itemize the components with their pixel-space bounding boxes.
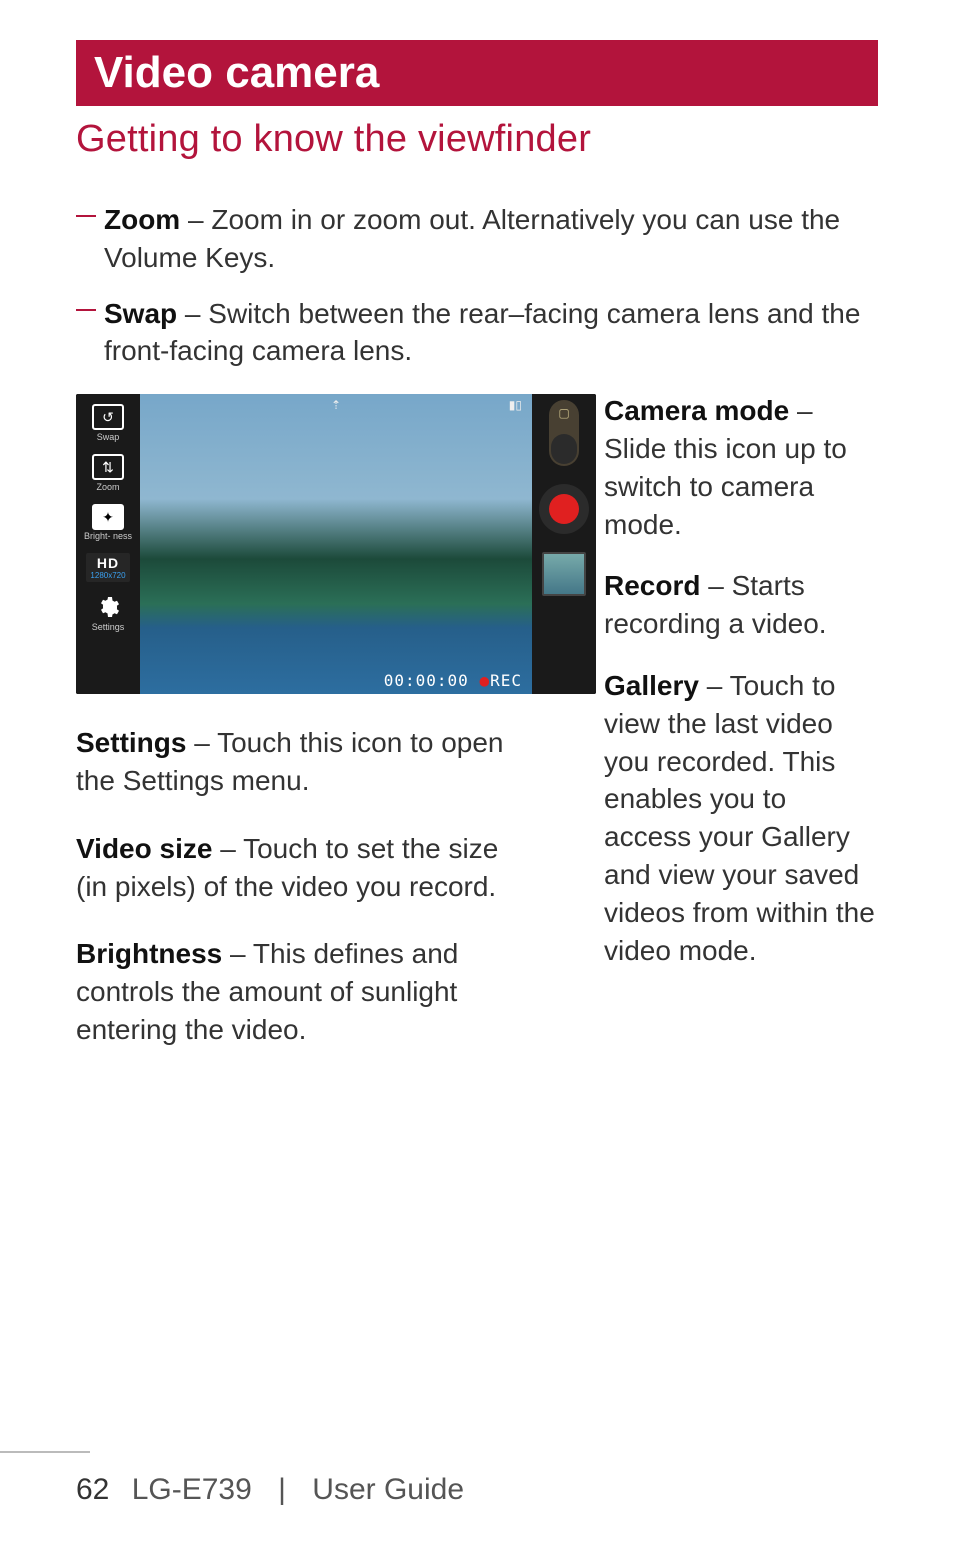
- callout-brightness: Brightness – This defines and controls t…: [76, 935, 506, 1048]
- swap-button[interactable]: Swap: [76, 400, 140, 446]
- callout-zoom-term: Zoom: [104, 204, 180, 235]
- callout-record-term: Record: [604, 570, 700, 601]
- timer-text: 00:00:00: [384, 671, 469, 690]
- section-banner: Video camera: [76, 40, 878, 106]
- settings-label: Settings: [92, 622, 125, 632]
- battery-icon: ▮▯: [509, 398, 522, 414]
- footer-sep: |: [278, 1473, 286, 1506]
- swap-icon: [92, 404, 124, 430]
- zoom-button[interactable]: Zoom: [76, 450, 140, 496]
- callout-gallery-text: – Touch to view the last video you recor…: [604, 670, 875, 966]
- callout-cameramode-term: Camera mode: [604, 395, 789, 426]
- scene-preview: [140, 394, 532, 694]
- camera-mode-slider[interactable]: ▢ ▣: [549, 400, 579, 466]
- zoom-label: Zoom: [96, 482, 119, 492]
- record-button[interactable]: [539, 484, 589, 534]
- rec-indicator: 00:00:00 ●REC: [140, 671, 532, 690]
- settings-button[interactable]: Settings: [76, 590, 140, 636]
- callout-gallery: Gallery – Touch to view the last video y…: [604, 667, 878, 969]
- callout-settings: Settings – Touch this icon to open the S…: [76, 724, 506, 800]
- section-subtitle: Getting to know the viewfinder: [76, 118, 878, 161]
- videosize-button[interactable]: HD 1280x720: [76, 549, 140, 586]
- callout-zoom: Zoom – Zoom in or zoom out. Alternativel…: [76, 201, 878, 277]
- callout-swap-text: – Switch between the rear–facing camera …: [104, 298, 860, 367]
- swap-label: Swap: [97, 432, 120, 442]
- hd-res-text: 1280x720: [86, 571, 130, 580]
- right-toolbar: ▢ ▣: [532, 394, 596, 694]
- page-number: 62: [76, 1473, 109, 1506]
- record-dot-icon: [549, 494, 579, 524]
- callout-gallery-term: Gallery: [604, 670, 699, 701]
- callout-cameramode: Camera mode – Slide this icon up to swit…: [604, 392, 878, 543]
- left-toolbar: Swap Zoom Bright- ness: [76, 394, 140, 694]
- footer-rule: [0, 1451, 90, 1453]
- gallery-button[interactable]: [542, 552, 586, 596]
- callout-swap: Swap – Switch between the rear–facing ca…: [76, 295, 878, 371]
- viewfinder-screenshot: ⇡ ▮▯ Swap Zoom: [76, 394, 596, 694]
- callout-swap-term: Swap: [104, 298, 177, 329]
- brightness-button[interactable]: Bright- ness: [76, 500, 140, 545]
- zoom-icon: [92, 454, 124, 480]
- banner-title: Video camera: [94, 48, 379, 97]
- callout-brightness-term: Brightness: [76, 938, 222, 969]
- gear-icon: [92, 594, 124, 620]
- slider-knob: [551, 434, 577, 464]
- page-footer: 62 LG-E739 | User Guide: [0, 1473, 464, 1507]
- callout-videosize-term: Video size: [76, 833, 212, 864]
- callout-zoom-text: – Zoom in or zoom out. Alternatively you…: [104, 204, 840, 273]
- brightness-icon: [92, 504, 124, 530]
- brightness-label: Bright- ness: [84, 532, 132, 541]
- mic-icon: ⇡: [331, 398, 341, 412]
- callout-videosize: Video size – Touch to set the size (in p…: [76, 830, 506, 906]
- callout-settings-term: Settings: [76, 727, 186, 758]
- rec-dot: ●: [479, 671, 490, 690]
- hd-text: HD: [86, 555, 130, 571]
- callout-record: Record – Starts recording a video.: [604, 567, 878, 643]
- camera-icon: ▢: [558, 406, 569, 420]
- footer-model: LG-E739: [132, 1473, 252, 1506]
- footer-guide: User Guide: [312, 1473, 464, 1506]
- rec-label: REC: [490, 671, 522, 690]
